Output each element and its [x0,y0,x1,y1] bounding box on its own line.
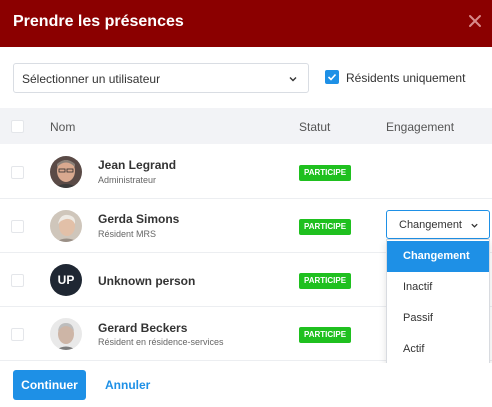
chevron-down-icon [289,77,297,82]
person-name: Gerda Simons [98,212,180,226]
option-passif[interactable]: Passif [387,303,489,334]
person-role: Administrateur [98,175,157,185]
option-changement[interactable]: Changement [387,241,489,272]
row-checkbox[interactable] [11,274,24,287]
status-badge: PARTICIPE [299,273,352,289]
residents-only-label: Résidents uniquement [346,71,466,85]
user-select-label: Sélectionner un utilisateur [22,72,161,86]
select-all-checkbox[interactable] [11,120,24,133]
column-header-engagement: Engagement [386,120,455,134]
option-inactif[interactable]: Inactif [387,272,489,303]
residents-only-checkbox[interactable] [325,70,339,84]
row-checkbox[interactable] [11,328,24,341]
column-header-statut: Statut [299,120,331,134]
person-name: Unknown person [98,274,196,288]
avatar [50,156,82,188]
row-checkbox[interactable] [11,166,24,179]
person-name: Gerard Beckers [98,321,188,335]
close-icon[interactable] [466,12,484,30]
person-role: Résident MRS [98,229,157,239]
avatar [50,210,82,242]
table-row: Jean Legrand Administrateur PARTICIPE [0,145,492,199]
person-name: Jean Legrand [98,158,177,172]
engagement-select-value: Changement [399,219,462,231]
chevron-down-icon [471,223,478,228]
column-header-nom: Nom [50,120,76,134]
check-icon [327,73,337,81]
user-select[interactable]: Sélectionner un utilisateur [13,63,309,93]
engagement-select[interactable]: Changement [386,210,490,239]
engagement-dropdown-menu: Changement Inactif Passif Actif [386,239,490,366]
status-badge: PARTICIPE [299,219,352,235]
status-badge: PARTICIPE [299,327,352,343]
avatar [50,318,82,350]
person-role: Résident en résidence-services [98,337,224,347]
table-header: Nom Statut Engagement [0,108,492,144]
status-badge: PARTICIPE [299,165,352,181]
option-actif[interactable]: Actif [387,334,489,365]
modal-header: Prendre les présences [0,0,492,47]
cancel-button[interactable]: Annuler [105,378,150,392]
continue-button[interactable]: Continuer [13,370,86,400]
avatar: UP [50,264,82,296]
modal-title: Prendre les présences [13,13,184,30]
row-checkbox[interactable] [11,220,24,233]
